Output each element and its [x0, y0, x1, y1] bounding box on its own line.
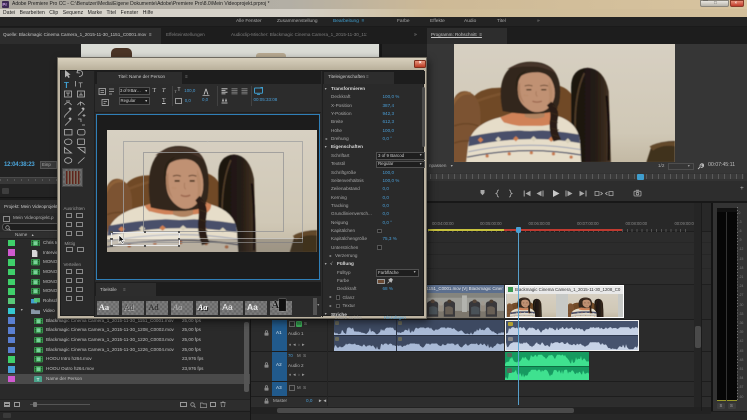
svg-text:T: T	[64, 81, 69, 90]
svg-text:T: T	[36, 377, 39, 382]
svg-text:T: T	[79, 83, 84, 90]
